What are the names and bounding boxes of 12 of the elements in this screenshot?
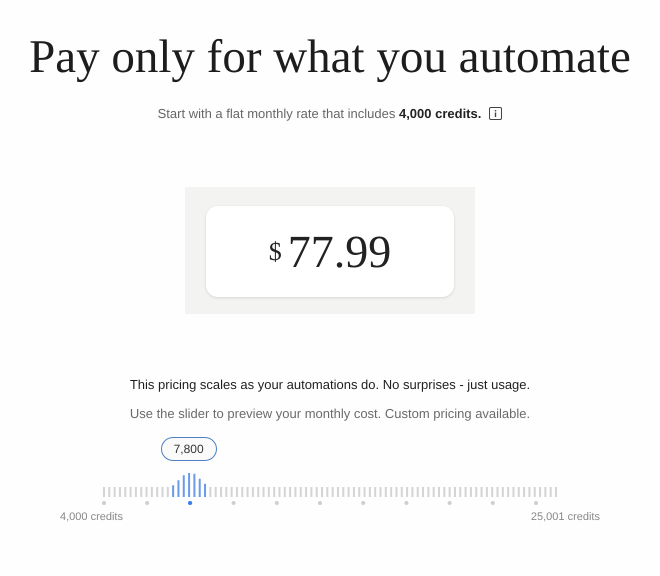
min-label: 4,000 credits — [60, 511, 123, 523]
pricing-note: This pricing scales as your automations do. No surprises - just usage. — [130, 377, 530, 392]
slider-thumb[interactable] — [188, 501, 192, 505]
pricing-note: Use the slider to preview your monthly cost. Custom pricing available. — [130, 406, 530, 421]
currency-symbol: $ — [268, 236, 282, 266]
price-amount: 77.99 — [288, 225, 392, 278]
value-bubble: 7,800 — [160, 437, 217, 461]
subtitle: Start with a flat monthly rate that includes 4,000 credits. — [158, 106, 482, 121]
max-label: 25,001 credits — [530, 511, 600, 523]
page-title: Pay only for what you automate — [29, 30, 631, 84]
info-icon[interactable] — [489, 107, 502, 120]
slider-track[interactable] — [102, 473, 558, 507]
